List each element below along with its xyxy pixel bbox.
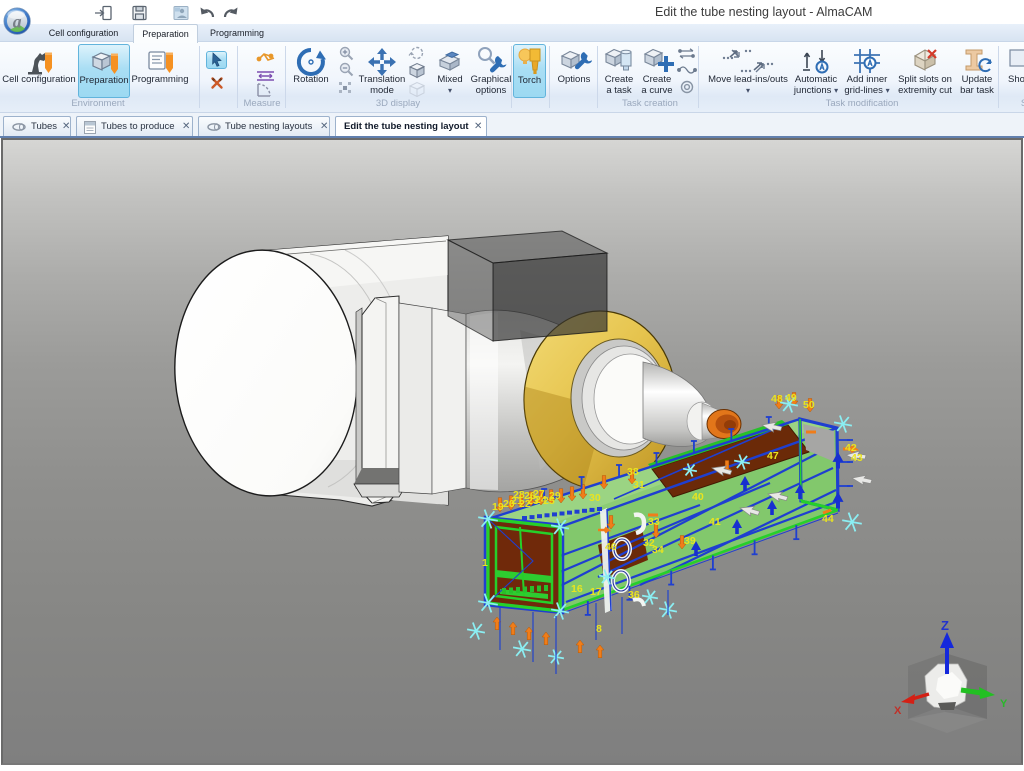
svg-text:43: 43 (851, 452, 863, 464)
svg-text:1: 1 (482, 557, 488, 569)
svg-text:40: 40 (692, 491, 704, 503)
svg-text:50: 50 (803, 399, 815, 411)
svg-text:49: 49 (785, 392, 797, 404)
svg-text:27: 27 (533, 488, 545, 500)
svg-text:a: a (13, 11, 22, 31)
svg-text:39: 39 (684, 535, 696, 547)
svg-text:47: 47 (767, 450, 779, 462)
svg-text:30: 30 (589, 492, 601, 504)
svg-text:28: 28 (513, 489, 525, 501)
svg-text:38: 38 (627, 466, 639, 478)
svg-text:17: 17 (590, 586, 602, 598)
svg-text:Y: Y (1000, 698, 1008, 710)
svg-text:41: 41 (709, 516, 721, 528)
svg-text:X: X (894, 705, 902, 717)
svg-text:48: 48 (771, 393, 783, 405)
svg-text:16: 16 (571, 583, 583, 595)
svg-text:8: 8 (596, 623, 602, 635)
svg-text:Z: Z (941, 618, 949, 633)
svg-text:34: 34 (652, 544, 664, 556)
svg-text:36: 36 (628, 589, 640, 601)
svg-text:29: 29 (549, 490, 561, 502)
svg-text:31: 31 (633, 479, 645, 491)
svg-text:44: 44 (822, 513, 834, 525)
svg-text:46: 46 (605, 541, 617, 553)
svg-text:33: 33 (648, 516, 660, 528)
